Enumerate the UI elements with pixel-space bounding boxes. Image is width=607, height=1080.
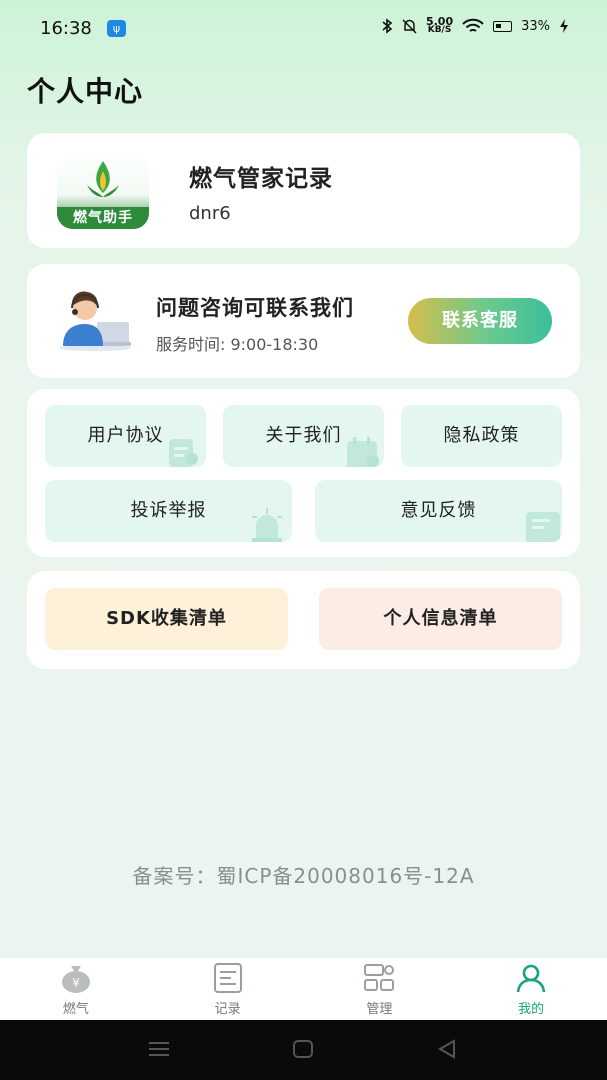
status-time: 16:38 (40, 18, 92, 39)
notepad-icon (526, 512, 560, 542)
tab-mine[interactable]: 我的 (455, 958, 607, 1020)
tab-gas[interactable]: ¥ 燃气 (0, 958, 152, 1020)
about-us-button[interactable]: 关于我们 (223, 405, 384, 467)
page-title: 个人中心 (27, 75, 144, 108)
receipt-icon (213, 963, 242, 993)
profile-card: 燃气助手 燃气管家记录 dnr6 (27, 133, 580, 248)
home-icon[interactable] (292, 1038, 314, 1060)
mute-bell-icon (402, 19, 417, 34)
back-icon[interactable] (436, 1038, 458, 1060)
svg-text:¥: ¥ (72, 976, 80, 990)
complaint-report-button[interactable]: 投诉举报 (45, 480, 292, 542)
contact-card: 问题咨询可联系我们 服务时间: 9:00-18:30 联系客服 (27, 264, 580, 378)
money-bag-icon: ¥ (61, 966, 90, 993)
complaint-report-label: 投诉举报 (130, 500, 207, 521)
flame-leaf-icon (87, 161, 119, 197)
calendar-icon (347, 437, 379, 467)
app-logo: 燃气助手 (57, 153, 149, 229)
charging-icon (560, 19, 568, 33)
net-speed: 5.00 KB/S (426, 16, 453, 35)
user-agreement-label: 用户协议 (87, 425, 164, 446)
menu-icon[interactable] (148, 1038, 170, 1060)
tab-label: 燃气 (62, 1002, 89, 1017)
lists-card: SDK收集清单 个人信息清单 (27, 571, 580, 669)
links-card: 用户协议 关于我们 隐私政策 投诉举报 意见反馈 (27, 389, 580, 557)
tab-label: 我的 (518, 1002, 545, 1017)
feedback-label: 意见反馈 (400, 500, 477, 521)
app-name: 燃气管家记录 (189, 166, 333, 192)
user-icon (516, 964, 546, 993)
user-agreement-button[interactable]: 用户协议 (45, 405, 206, 467)
system-nav-bar (0, 1020, 607, 1080)
icp-record[interactable]: 备案号：蜀ICP备20008016号-12A (0, 860, 607, 889)
tab-label: 管理 (366, 1002, 393, 1017)
contact-title: 问题咨询可联系我们 (156, 296, 354, 320)
battery-icon (493, 20, 513, 32)
status-bar: 16:38 ψ 5.00 KB/S 33% (0, 0, 607, 58)
usb-icon: ψ (107, 20, 126, 37)
contact-support-button[interactable]: 联系客服 (408, 298, 552, 344)
logo-text: 燃气助手 (57, 207, 149, 229)
alarm-light-icon (252, 508, 282, 542)
about-us-label: 关于我们 (265, 425, 342, 446)
service-hours: 服务时间: 9:00-18:30 (156, 335, 319, 354)
tab-manage[interactable]: 管理 (304, 958, 456, 1020)
privacy-policy-label: 隐私政策 (443, 425, 520, 446)
bluetooth-icon (382, 18, 393, 34)
tab-label: 记录 (214, 1002, 241, 1017)
personal-info-list-button[interactable]: 个人信息清单 (319, 588, 562, 650)
document-edit-icon (169, 439, 198, 467)
net-speed-unit: KB/S (427, 25, 452, 35)
sdk-list-button[interactable]: SDK收集清单 (45, 588, 288, 650)
bottom-tab-bar: ¥ 燃气 记录 管理 我的 (0, 958, 607, 1020)
wifi-icon (462, 18, 484, 32)
battery-level: 33% (521, 18, 550, 34)
privacy-policy-button[interactable]: 隐私政策 (401, 405, 562, 467)
tab-records[interactable]: 记录 (152, 958, 304, 1020)
user-id: dnr6 (189, 203, 231, 224)
feedback-button[interactable]: 意见反馈 (315, 480, 562, 542)
support-agent-illustration (59, 291, 131, 351)
management-icon (364, 964, 395, 991)
status-icons: 5.00 KB/S 33% (381, 16, 569, 35)
